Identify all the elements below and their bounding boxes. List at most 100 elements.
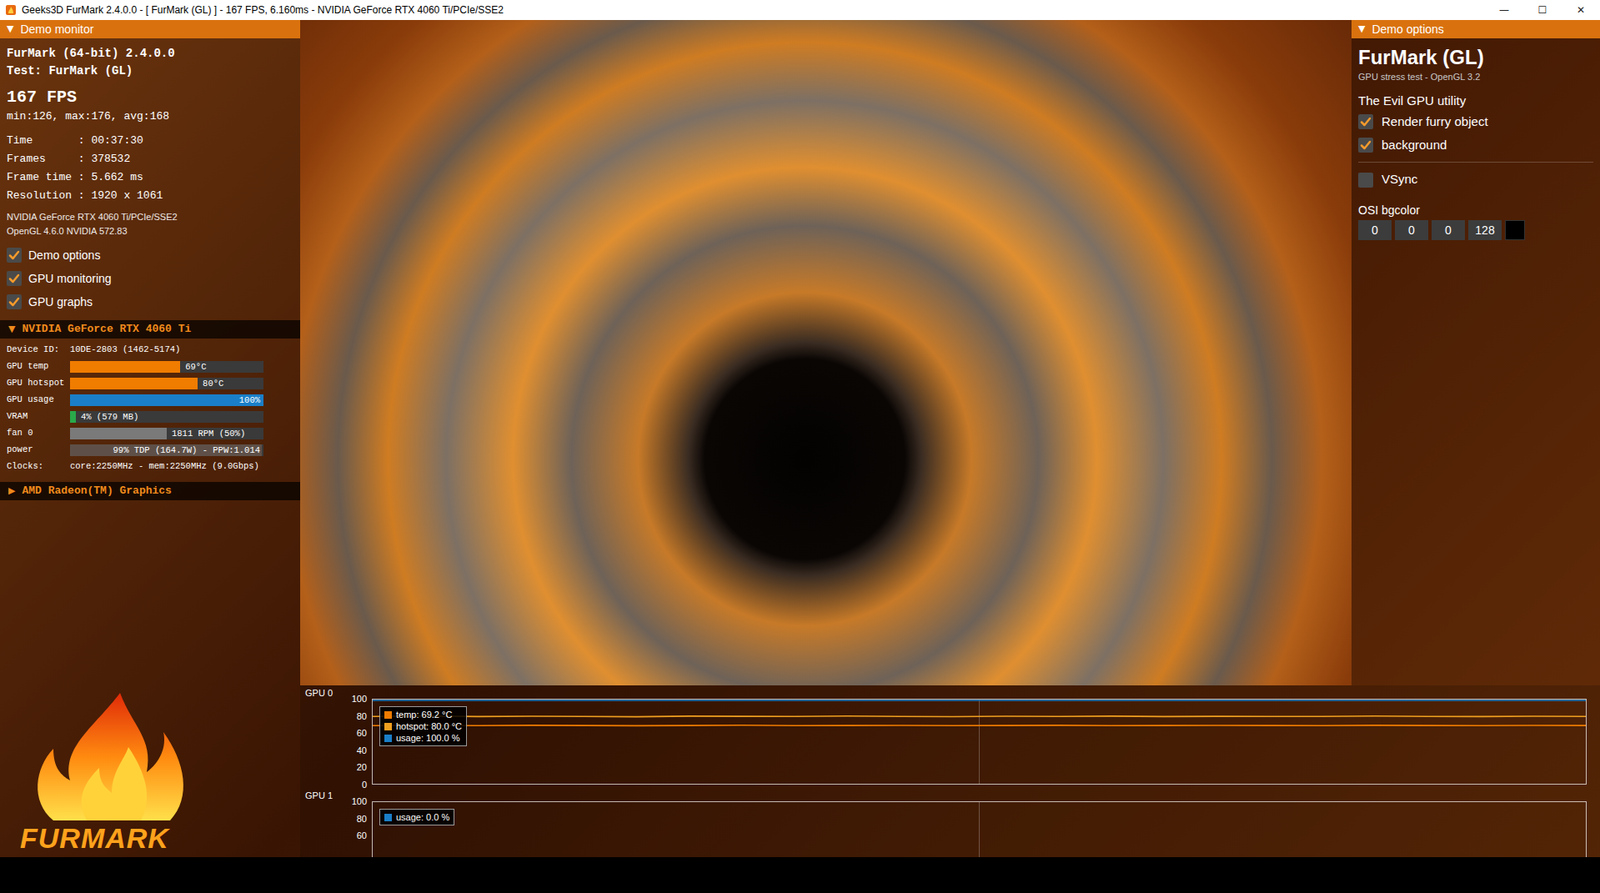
option-label: Render furry object <box>1381 112 1489 132</box>
demo-options-panel: ▼Demo optionsFurMark (GL)GPU stress test… <box>1351 20 1600 686</box>
meter-reading: 69°C <box>185 361 206 373</box>
series-line <box>372 724 1586 727</box>
options-body: FurMark (GL)GPU stress test - OpenGL 3.2… <box>1351 38 1600 241</box>
option-row[interactable]: background <box>1358 133 1594 157</box>
meter-reading: 100% <box>239 394 261 407</box>
graph-label: GPU 0 <box>305 687 333 699</box>
meter-row: power99% TDP (164.7W) - PPW:1.014 <box>6 441 294 459</box>
toggle-label: GPU graphs <box>28 293 93 311</box>
check-icon <box>7 271 21 286</box>
clocks-row: Clocks:core:2250MHz - mem:2250MHz (9.0Gb… <box>6 458 294 476</box>
legend-swatch <box>384 734 392 743</box>
checkbox[interactable] <box>1358 137 1374 153</box>
option-row[interactable]: VSync <box>1358 161 1594 192</box>
meter-reading: 80°C <box>202 377 224 390</box>
check-icon <box>7 295 21 309</box>
meter-row: GPU hotspot80°C <box>6 375 294 392</box>
info-list: Time : 00:37:30Frames : 378532Frame time… <box>6 131 294 206</box>
legend-swatch <box>384 711 392 719</box>
bgcolor-label: OSI bgcolor <box>1358 201 1594 219</box>
device-row: Device ID:10DE-2803 (1462-5174) <box>6 341 294 359</box>
color-field[interactable]: 0 <box>1394 220 1429 241</box>
axis-tick: 80 <box>356 711 367 722</box>
checkbox[interactable] <box>6 247 22 263</box>
meter-fill <box>70 361 181 373</box>
collapse-arrow-icon[interactable]: ▼ <box>6 22 14 37</box>
meter-fill <box>70 411 76 423</box>
meter-fill <box>70 377 198 390</box>
toggle-row[interactable]: GPU graphs <box>6 290 294 314</box>
app-version: FurMark (64-bit) 2.4.0.0 <box>6 45 294 63</box>
gpu-header[interactable]: ▼ NVIDIA GeForce RTX 4060 Ti <box>0 320 301 339</box>
checkbox[interactable] <box>6 270 22 286</box>
checkbox[interactable] <box>1358 114 1374 130</box>
test-title: FurMark (GL) <box>1358 45 1594 71</box>
toggle-row[interactable]: GPU monitoring <box>6 266 294 291</box>
legend-text: usage: 100.0 % <box>396 732 460 744</box>
meter-row: GPU usage 100% <box>6 391 294 409</box>
test-subtitle: GPU stress test - OpenGL 3.2 <box>1358 70 1594 84</box>
demo-monitor-header[interactable]: ▼Demo monitor <box>0 20 301 39</box>
header-label: Demo options <box>1371 20 1444 39</box>
expanded-arrow-icon[interactable]: ▼ <box>8 322 16 337</box>
series-line <box>372 715 1586 718</box>
axis-tick: 100 <box>351 796 367 807</box>
gpu-name: NVIDIA GeForce RTX 4060 Ti <box>21 321 191 338</box>
collapsed-arrow-icon[interactable]: ▶ <box>8 484 16 499</box>
logo-text: FURMARK <box>20 822 170 854</box>
tagline: The Evil GPU utility <box>1358 91 1594 111</box>
graph-panel: GPU 0100806040200temp: 69.2 °Chotspot: 8… <box>300 685 1600 858</box>
legend-item: temp: 69.2 °C <box>384 708 462 721</box>
gpu-header[interactable]: ▶ AMD Radeon(TM) Graphics <box>0 481 301 501</box>
meter-track: 69°C <box>70 361 264 373</box>
collapse-arrow-icon[interactable]: ▼ <box>1358 22 1365 37</box>
app-area: ▼Demo monitorFurMark (64-bit) 2.4.0.0Tes… <box>0 20 1600 858</box>
meter-label: fan 0 <box>6 426 71 441</box>
meter-track: 4% (579 MB) <box>70 411 264 423</box>
furmark-logo: FURMARK <box>0 688 301 858</box>
meter-track: 1811 RPM (50%) <box>70 427 264 440</box>
option-label: background <box>1381 135 1447 156</box>
bgcolor-fields: 000128 <box>1358 220 1594 241</box>
option-label: VSync <box>1381 170 1418 190</box>
render-view <box>300 20 1352 686</box>
meter-label: GPU usage <box>6 393 71 407</box>
toggle-row[interactable]: Demo options <box>6 243 294 267</box>
check-icon <box>1359 115 1373 129</box>
option-row[interactable]: Render furry object <box>1358 110 1594 134</box>
legend-item: usage: 100.0 % <box>384 732 462 744</box>
meter-track: 99% TDP (164.7W) - PPW:1.014 <box>70 444 264 457</box>
color-field[interactable]: 0 <box>1358 220 1392 241</box>
axis-tick: 40 <box>356 745 367 756</box>
minimize-button[interactable]: — <box>1484 0 1524 21</box>
gpu-details: Device ID:10DE-2803 (1462-5174)GPU temp6… <box>6 338 294 476</box>
checkbox[interactable] <box>6 294 22 310</box>
title-bar: Geeks3D FurMark 2.4.0.0 - [ FurMark (GL)… <box>0 0 1600 21</box>
maximize-button[interactable]: ☐ <box>1523 0 1562 21</box>
legend-text: temp: 69.2 °C <box>396 708 452 721</box>
check-icon <box>1359 138 1373 152</box>
meter-row: fan 0 1811 RPM (50%) <box>6 425 294 442</box>
info-line: Frames : 378532 <box>6 150 294 169</box>
gpu-name: AMD Radeon(TM) Graphics <box>21 482 171 500</box>
color-field[interactable]: 0 <box>1431 220 1465 241</box>
info-line: Frame time : 5.662 ms <box>6 168 294 187</box>
fps-value: 167 FPS <box>6 86 294 109</box>
gpu-graph: GPU 11008060usage: 0.0 % <box>300 787 1600 858</box>
info-line: Resolution : 1920 x 1061 <box>6 186 294 206</box>
bottom-strip <box>0 857 1600 893</box>
toggle-list: Demo optionsGPU monitoring GPU graphs <box>6 243 294 314</box>
meter-fill <box>70 427 167 440</box>
fps-stats: min:126, max:176, avg:168 <box>6 108 294 126</box>
meter-row: GPU temp69°C <box>6 358 294 376</box>
close-button[interactable]: ✕ <box>1561 0 1600 21</box>
renderer: NVIDIA GeForce RTX 4060 Ti/PCIe/SSE2 <box>6 210 294 225</box>
axis-tick: 0 <box>361 779 367 790</box>
meter-reading: 1811 RPM (50%) <box>171 427 246 440</box>
checkbox[interactable] <box>1358 172 1374 188</box>
demo-options-header[interactable]: ▼ Demo options <box>1351 20 1600 39</box>
color-field[interactable]: 128 <box>1468 220 1502 241</box>
opengl-version: OpenGL 4.6.0 NVIDIA 572.83 <box>6 224 294 239</box>
color-swatch[interactable] <box>1504 220 1525 241</box>
axis-tick: 60 <box>356 830 367 841</box>
